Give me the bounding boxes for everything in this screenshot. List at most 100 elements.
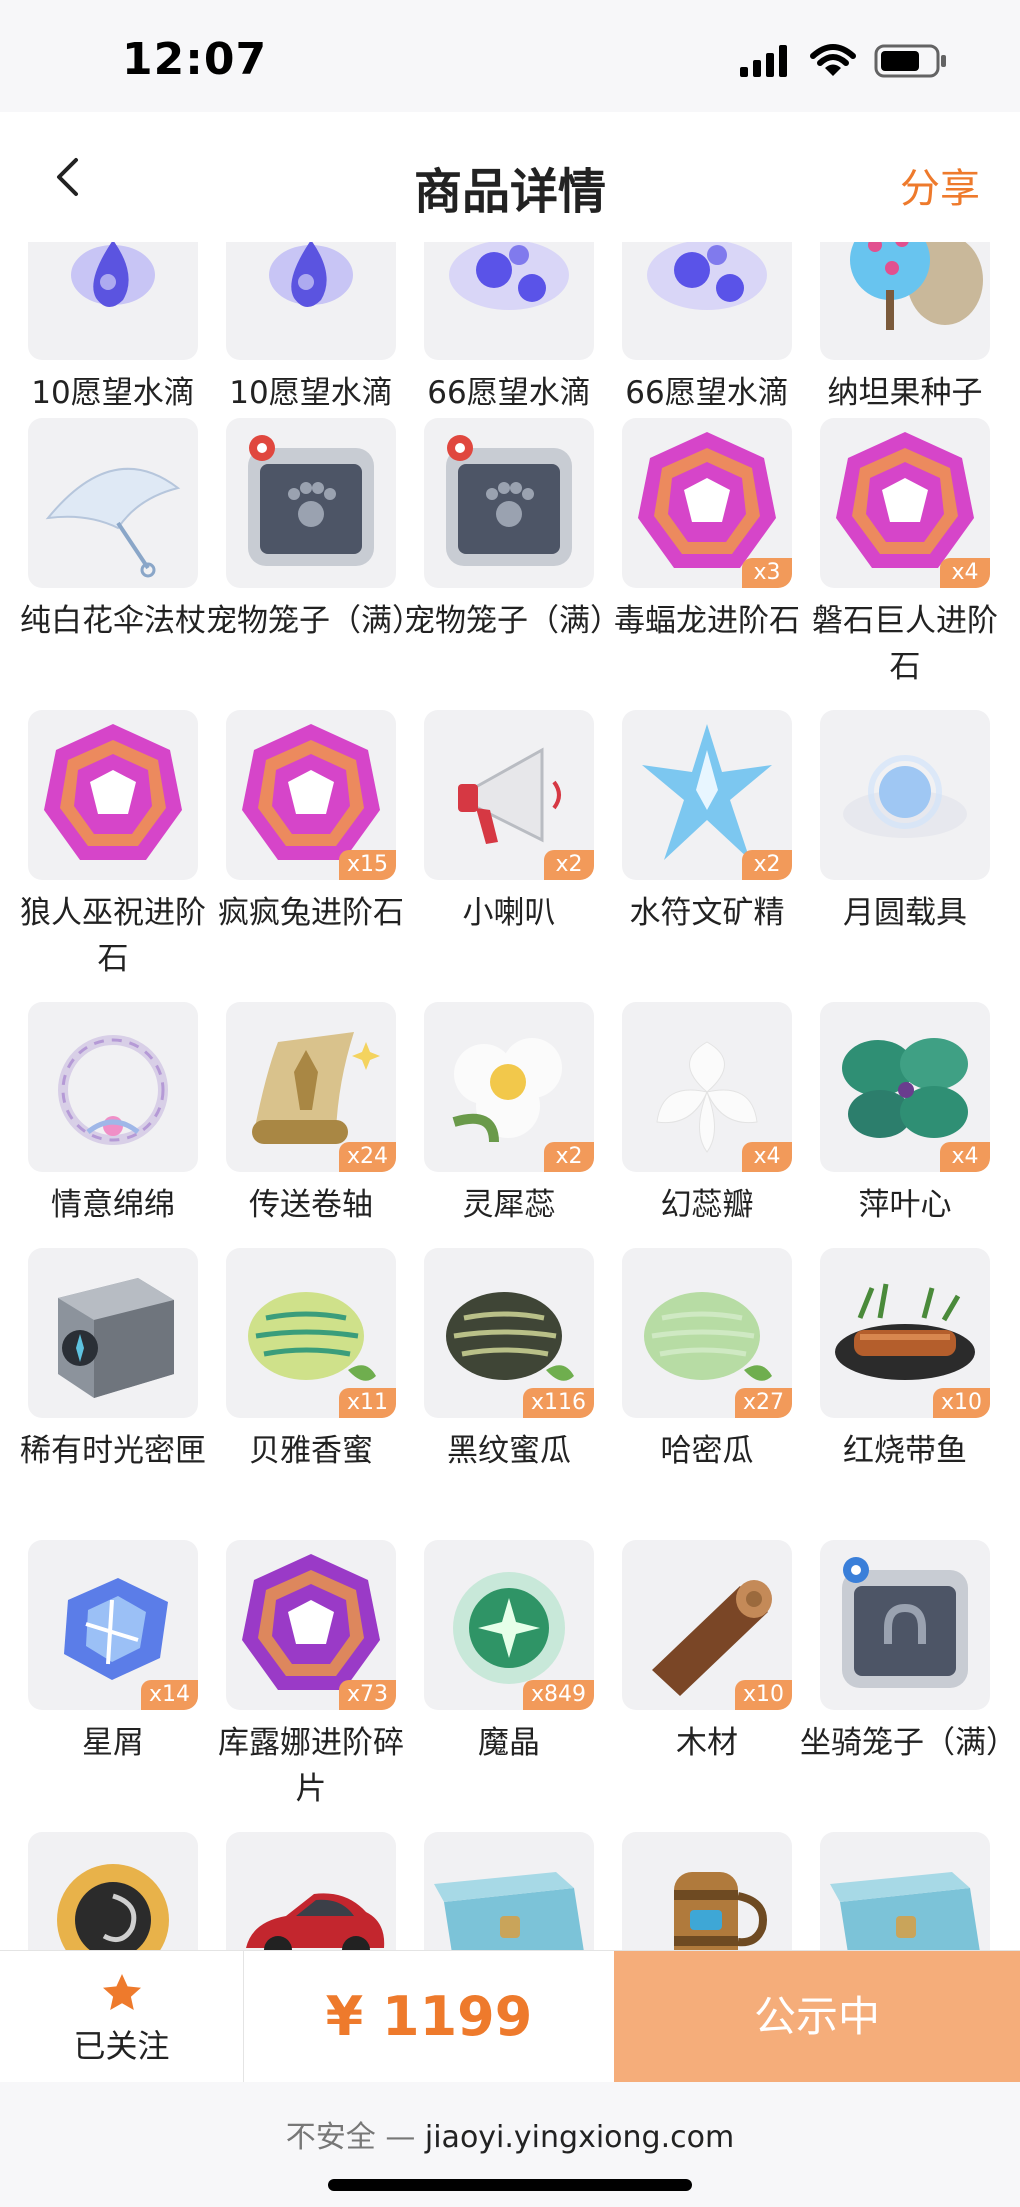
item-quantity-badge: x116 xyxy=(522,1388,594,1418)
wifi-icon xyxy=(810,44,856,76)
insecure-label: 不安全 — xyxy=(285,2120,416,2155)
status-icons xyxy=(740,44,948,78)
item-name: 情意绵绵 xyxy=(51,1187,175,1223)
item-name: 纯白花伞法杖 xyxy=(20,603,206,639)
item-thumbnail: x3 xyxy=(622,418,792,588)
page-title: 商品详情 xyxy=(413,164,606,220)
item-name: 宠物笼子（满） xyxy=(206,603,423,639)
item-thumbnail xyxy=(820,710,990,880)
item-name: 灵犀蕊 xyxy=(462,1187,556,1223)
item-thumbnail xyxy=(820,1832,990,1950)
item-quantity-badge: x11 xyxy=(338,1388,396,1418)
item-name: 传送卷轴 xyxy=(249,1187,373,1223)
item-thumbnail xyxy=(28,1002,198,1172)
item-name: 10愿望水滴 xyxy=(229,375,393,411)
public-notice-button[interactable]: 公示中 xyxy=(614,1951,1020,2083)
item-thumbnail: x14 xyxy=(28,1540,198,1710)
item-thumbnail xyxy=(28,242,198,360)
item-name: 稀有时光密匣 xyxy=(20,1433,206,1469)
item-thumbnail xyxy=(28,1248,198,1418)
item-thumbnail: x73 xyxy=(226,1540,396,1710)
item-name: 幻蕊瓣 xyxy=(660,1187,754,1223)
item-quantity-badge: x2 xyxy=(544,850,594,880)
item-thumbnail xyxy=(226,242,396,360)
item-name: 66愿望水滴 xyxy=(427,375,591,411)
item-thumbnail xyxy=(28,710,198,880)
item-quantity-badge: x14 xyxy=(140,1680,198,1710)
follow-button[interactable]: 已关注 xyxy=(0,1951,244,2083)
item-name: 10愿望水滴 xyxy=(31,375,195,411)
item-thumbnail xyxy=(820,242,990,360)
item-grid-viewport[interactable]: 10愿望水滴 10愿望水滴 66愿望水滴 66愿望水滴 纳坦果种子 纯白花伞法杖 宠物笼子（… xyxy=(0,242,1020,1950)
item-thumbnail xyxy=(424,418,594,588)
item-thumbnail: x116 xyxy=(424,1248,594,1418)
item-thumbnail: x24 xyxy=(226,1002,396,1172)
item-quantity-badge: x73 xyxy=(338,1680,396,1710)
item-name: 纳坦果种子 xyxy=(827,375,983,411)
item-thumbnail xyxy=(28,1832,198,1950)
url-text[interactable]: 不安全 — jiaoyi.yingxiong.com xyxy=(0,2112,1020,2156)
item-quantity-badge: x24 xyxy=(338,1142,396,1172)
follow-label: 已关注 xyxy=(73,2027,170,2065)
item-thumbnail xyxy=(226,1832,396,1950)
item-quantity-badge: x849 xyxy=(522,1680,594,1710)
battery-icon xyxy=(874,44,946,78)
item-quantity-badge: x2 xyxy=(544,1142,594,1172)
item-name: 库露娜进阶碎片 xyxy=(218,1725,404,1807)
item-thumbnail: x27 xyxy=(622,1248,792,1418)
item-thumbnail: x2 xyxy=(622,710,792,880)
item-name: 狼人巫祝进阶石 xyxy=(20,895,206,977)
item-quantity-badge: x4 xyxy=(742,1142,792,1172)
item-name: 红烧带鱼 xyxy=(843,1433,967,1469)
item-name: 木材 xyxy=(676,1725,738,1761)
item-thumbnail xyxy=(424,242,594,360)
item-thumbnail xyxy=(622,1832,792,1950)
item-thumbnail: x11 xyxy=(226,1248,396,1418)
item-thumbnail: x4 xyxy=(820,418,990,588)
item-thumbnail: x2 xyxy=(424,1002,594,1172)
item-name: 坐骑笼子（满） xyxy=(800,1725,1017,1761)
item-thumbnail: x849 xyxy=(424,1540,594,1710)
item-name: 磐石巨人进阶石 xyxy=(812,603,998,685)
item-quantity-badge: x10 xyxy=(734,1680,792,1710)
status-time: 12:07 xyxy=(122,34,268,85)
item-quantity-badge: x27 xyxy=(734,1388,792,1418)
item-thumbnail xyxy=(820,1540,990,1710)
home-indicator[interactable] xyxy=(328,2179,692,2191)
price-label: ¥ 1199 xyxy=(325,1985,533,2048)
item-name: 66愿望水滴 xyxy=(625,375,789,411)
star-icon xyxy=(103,1974,141,2010)
share-button[interactable]: 分享 xyxy=(900,156,980,214)
item-thumbnail xyxy=(226,418,396,588)
item-thumbnail: x2 xyxy=(424,710,594,880)
item-name: 魔晶 xyxy=(478,1725,540,1761)
item-name: 萍叶心 xyxy=(858,1187,952,1223)
item-quantity-badge: x10 xyxy=(932,1388,990,1418)
url-domain: jiaoyi.yingxiong.com xyxy=(424,2120,735,2155)
item-quantity-badge: x4 xyxy=(940,558,990,588)
item-thumbnail xyxy=(622,242,792,360)
item-name: 月圆载具 xyxy=(843,895,967,931)
item-name: 疯疯兔进阶石 xyxy=(218,895,404,931)
browser-url-bar[interactable]: 不安全 — jiaoyi.yingxiong.com xyxy=(0,2082,1020,2207)
item-name: 毒蝠龙进阶石 xyxy=(614,603,800,639)
item-quantity-badge: x4 xyxy=(940,1142,990,1172)
item-name: 星屑 xyxy=(82,1725,144,1761)
cellular-signal-icon xyxy=(740,45,787,77)
item-name: 宠物笼子（满） xyxy=(404,603,621,639)
item-thumbnail xyxy=(28,418,198,588)
nav-bar: 商品详情 分享 xyxy=(0,112,1020,242)
item-thumbnail xyxy=(424,1832,594,1950)
item-name: 贝雅香蜜 xyxy=(249,1433,373,1469)
item-quantity-badge: x3 xyxy=(742,558,792,588)
item-name: 哈密瓜 xyxy=(660,1433,754,1469)
item-thumbnail: x4 xyxy=(820,1002,990,1172)
bottom-action-bar: 已关注 ¥ 1199 公示中 xyxy=(0,1950,1020,2083)
item-thumbnail: x4 xyxy=(622,1002,792,1172)
item-thumbnail: x15 xyxy=(226,710,396,880)
item-thumbnail: x10 xyxy=(820,1248,990,1418)
item-name: 小喇叭 xyxy=(462,895,556,931)
item-name: 水符文矿精 xyxy=(629,895,785,931)
item-quantity-badge: x15 xyxy=(338,850,396,880)
status-bar: 12:07 xyxy=(0,0,1020,112)
